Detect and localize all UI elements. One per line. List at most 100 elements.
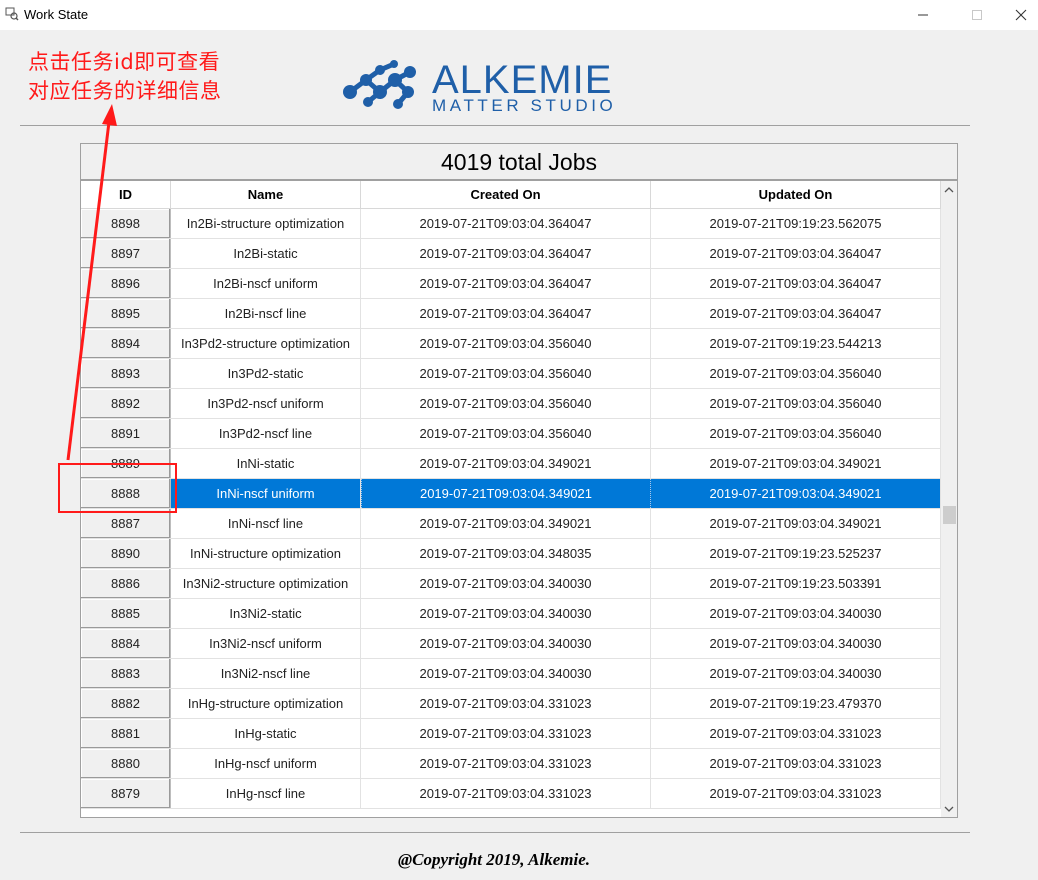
job-id-cell[interactable]: 8897 bbox=[81, 239, 171, 268]
table-row[interactable]: 8882 InHg-structure optimization 2019-07-2… bbox=[81, 689, 941, 719]
job-name-cell[interactable]: In3Ni2-static bbox=[171, 599, 361, 628]
scrollbar-thumb[interactable] bbox=[943, 506, 956, 524]
updated-on-cell[interactable]: 2019-07-21T09:03:04.356040 bbox=[651, 389, 941, 418]
job-name-cell[interactable]: InHg-static bbox=[171, 719, 361, 748]
table-row[interactable]: 8891 In3Pd2-nscf line 2019-07-21T09:03:04.… bbox=[81, 419, 941, 449]
updated-on-cell[interactable]: 2019-07-21T09:03:04.331023 bbox=[651, 749, 941, 778]
column-header-created[interactable]: Created On bbox=[361, 181, 651, 208]
job-id-cell[interactable]: 8890 bbox=[81, 539, 171, 568]
job-name-cell[interactable]: In3Ni2-nscf line bbox=[171, 659, 361, 688]
job-name-cell[interactable]: In2Bi-static bbox=[171, 239, 361, 268]
job-id-cell[interactable]: 8895 bbox=[81, 299, 171, 328]
job-name-cell[interactable]: In2Bi-structure optimization bbox=[171, 209, 361, 238]
table-row[interactable]: 8898 In2Bi-structure optimization 2019-07-… bbox=[81, 209, 941, 239]
updated-on-cell[interactable]: 2019-07-21T09:19:23.525237 bbox=[651, 539, 941, 568]
job-id-cell[interactable]: 8886 bbox=[81, 569, 171, 598]
job-id-cell[interactable]: 8894 bbox=[81, 329, 171, 358]
updated-on-cell[interactable]: 2019-07-21T09:03:04.364047 bbox=[651, 239, 941, 268]
table-row[interactable]: 8887 InNi-nscf line 2019-07-21T09:03:04.34… bbox=[81, 509, 941, 539]
updated-on-cell[interactable]: 2019-07-21T09:03:04.340030 bbox=[651, 629, 941, 658]
created-on-cell[interactable]: 2019-07-21T09:03:04.356040 bbox=[361, 389, 651, 418]
table-row[interactable]: 8884 In3Ni2-nscf uniform 2019-07-21T09:03:… bbox=[81, 629, 941, 659]
updated-on-cell[interactable]: 2019-07-21T09:03:04.349021 bbox=[651, 479, 941, 508]
table-row[interactable]: 8879 InHg-nscf line 2019-07-21T09:03:04.33… bbox=[81, 779, 941, 809]
table-row[interactable]: 8889 InNi-static 2019-07-21T09:03:04.34902… bbox=[81, 449, 941, 479]
job-name-cell[interactable]: In2Bi-nscf uniform bbox=[171, 269, 361, 298]
job-id-cell[interactable]: 8896 bbox=[81, 269, 171, 298]
updated-on-cell[interactable]: 2019-07-21T09:03:04.331023 bbox=[651, 719, 941, 748]
updated-on-cell[interactable]: 2019-07-21T09:03:04.349021 bbox=[651, 509, 941, 538]
job-id-cell[interactable]: 8892 bbox=[81, 389, 171, 418]
created-on-cell[interactable]: 2019-07-21T09:03:04.364047 bbox=[361, 299, 651, 328]
created-on-cell[interactable]: 2019-07-21T09:03:04.348035 bbox=[361, 539, 651, 568]
scroll-up-button[interactable] bbox=[941, 181, 957, 198]
table-row[interactable]: 8883 In3Ni2-nscf line 2019-07-21T09:03:04.… bbox=[81, 659, 941, 689]
job-name-cell[interactable]: In3Pd2-structure optimization bbox=[171, 329, 361, 358]
updated-on-cell[interactable]: 2019-07-21T09:03:04.340030 bbox=[651, 659, 941, 688]
job-name-cell[interactable]: In3Ni2-structure optimization bbox=[171, 569, 361, 598]
job-name-cell[interactable]: InHg-nscf line bbox=[171, 779, 361, 808]
column-header-updated[interactable]: Updated On bbox=[651, 181, 941, 208]
column-header-name[interactable]: Name bbox=[171, 181, 361, 208]
minimize-button[interactable] bbox=[900, 0, 946, 30]
job-id-cell[interactable]: 8888 bbox=[81, 479, 171, 508]
job-id-cell[interactable]: 8885 bbox=[81, 599, 171, 628]
updated-on-cell[interactable]: 2019-07-21T09:03:04.364047 bbox=[651, 299, 941, 328]
created-on-cell[interactable]: 2019-07-21T09:03:04.340030 bbox=[361, 659, 651, 688]
created-on-cell[interactable]: 2019-07-21T09:03:04.349021 bbox=[361, 509, 651, 538]
updated-on-cell[interactable]: 2019-07-21T09:03:04.340030 bbox=[651, 599, 941, 628]
updated-on-cell[interactable]: 2019-07-21T09:03:04.349021 bbox=[651, 449, 941, 478]
table-row[interactable]: 8886 In3Ni2-structure optimization 2019-07… bbox=[81, 569, 941, 599]
table-row[interactable]: 8888 InNi-nscf uniform 2019-07-21T09:03:04… bbox=[81, 479, 941, 509]
table-row[interactable]: 8893 In3Pd2-static 2019-07-21T09:03:04.356… bbox=[81, 359, 941, 389]
job-id-cell[interactable]: 8891 bbox=[81, 419, 171, 448]
created-on-cell[interactable]: 2019-07-21T09:03:04.331023 bbox=[361, 749, 651, 778]
job-name-cell[interactable]: InHg-nscf uniform bbox=[171, 749, 361, 778]
job-id-cell[interactable]: 8893 bbox=[81, 359, 171, 388]
created-on-cell[interactable]: 2019-07-21T09:03:04.364047 bbox=[361, 239, 651, 268]
table-row[interactable]: 8881 InHg-static 2019-07-21T09:03:04.33102… bbox=[81, 719, 941, 749]
column-header-id[interactable]: ID bbox=[81, 181, 171, 208]
table-row[interactable]: 8885 In3Ni2-static 2019-07-21T09:03:04.340… bbox=[81, 599, 941, 629]
updated-on-cell[interactable]: 2019-07-21T09:19:23.544213 bbox=[651, 329, 941, 358]
created-on-cell[interactable]: 2019-07-21T09:03:04.340030 bbox=[361, 599, 651, 628]
job-name-cell[interactable]: In3Pd2-nscf uniform bbox=[171, 389, 361, 418]
updated-on-cell[interactable]: 2019-07-21T09:03:04.356040 bbox=[651, 419, 941, 448]
created-on-cell[interactable]: 2019-07-21T09:03:04.349021 bbox=[361, 479, 651, 508]
updated-on-cell[interactable]: 2019-07-21T09:19:23.562075 bbox=[651, 209, 941, 238]
created-on-cell[interactable]: 2019-07-21T09:03:04.340030 bbox=[361, 629, 651, 658]
updated-on-cell[interactable]: 2019-07-21T09:03:04.331023 bbox=[651, 779, 941, 808]
table-row[interactable]: 8890 InNi-structure optimization 2019-07-2… bbox=[81, 539, 941, 569]
created-on-cell[interactable]: 2019-07-21T09:03:04.340030 bbox=[361, 569, 651, 598]
table-row[interactable]: 8897 In2Bi-static 2019-07-21T09:03:04.3640… bbox=[81, 239, 941, 269]
job-name-cell[interactable]: InHg-structure optimization bbox=[171, 689, 361, 718]
job-name-cell[interactable]: In3Ni2-nscf uniform bbox=[171, 629, 361, 658]
job-name-cell[interactable]: In3Pd2-static bbox=[171, 359, 361, 388]
job-id-cell[interactable]: 8884 bbox=[81, 629, 171, 658]
job-name-cell[interactable]: InNi-nscf line bbox=[171, 509, 361, 538]
job-name-cell[interactable]: InNi-structure optimization bbox=[171, 539, 361, 568]
job-name-cell[interactable]: In2Bi-nscf line bbox=[171, 299, 361, 328]
updated-on-cell[interactable]: 2019-07-21T09:19:23.503391 bbox=[651, 569, 941, 598]
created-on-cell[interactable]: 2019-07-21T09:03:04.331023 bbox=[361, 689, 651, 718]
table-row[interactable]: 8895 In2Bi-nscf line 2019-07-21T09:03:04.3… bbox=[81, 299, 941, 329]
created-on-cell[interactable]: 2019-07-21T09:03:04.356040 bbox=[361, 419, 651, 448]
table-row[interactable]: 8880 InHg-nscf uniform 2019-07-21T09:03:04… bbox=[81, 749, 941, 779]
maximize-button[interactable] bbox=[954, 0, 1000, 30]
table-row[interactable]: 8892 In3Pd2-nscf uniform 2019-07-21T09:03:… bbox=[81, 389, 941, 419]
job-id-cell[interactable]: 8889 bbox=[81, 449, 171, 478]
created-on-cell[interactable]: 2019-07-21T09:03:04.356040 bbox=[361, 359, 651, 388]
created-on-cell[interactable]: 2019-07-21T09:03:04.364047 bbox=[361, 209, 651, 238]
created-on-cell[interactable]: 2019-07-21T09:03:04.356040 bbox=[361, 329, 651, 358]
vertical-scrollbar[interactable] bbox=[941, 181, 957, 817]
job-id-cell[interactable]: 8879 bbox=[81, 779, 171, 808]
job-name-cell[interactable]: In3Pd2-nscf line bbox=[171, 419, 361, 448]
updated-on-cell[interactable]: 2019-07-21T09:03:04.356040 bbox=[651, 359, 941, 388]
job-id-cell[interactable]: 8898 bbox=[81, 209, 171, 238]
created-on-cell[interactable]: 2019-07-21T09:03:04.364047 bbox=[361, 269, 651, 298]
job-id-cell[interactable]: 8880 bbox=[81, 749, 171, 778]
created-on-cell[interactable]: 2019-07-21T09:03:04.349021 bbox=[361, 449, 651, 478]
scroll-down-button[interactable] bbox=[941, 800, 957, 817]
table-row[interactable]: 8896 In2Bi-nscf uniform 2019-07-21T09:03:0… bbox=[81, 269, 941, 299]
job-id-cell[interactable]: 8887 bbox=[81, 509, 171, 538]
